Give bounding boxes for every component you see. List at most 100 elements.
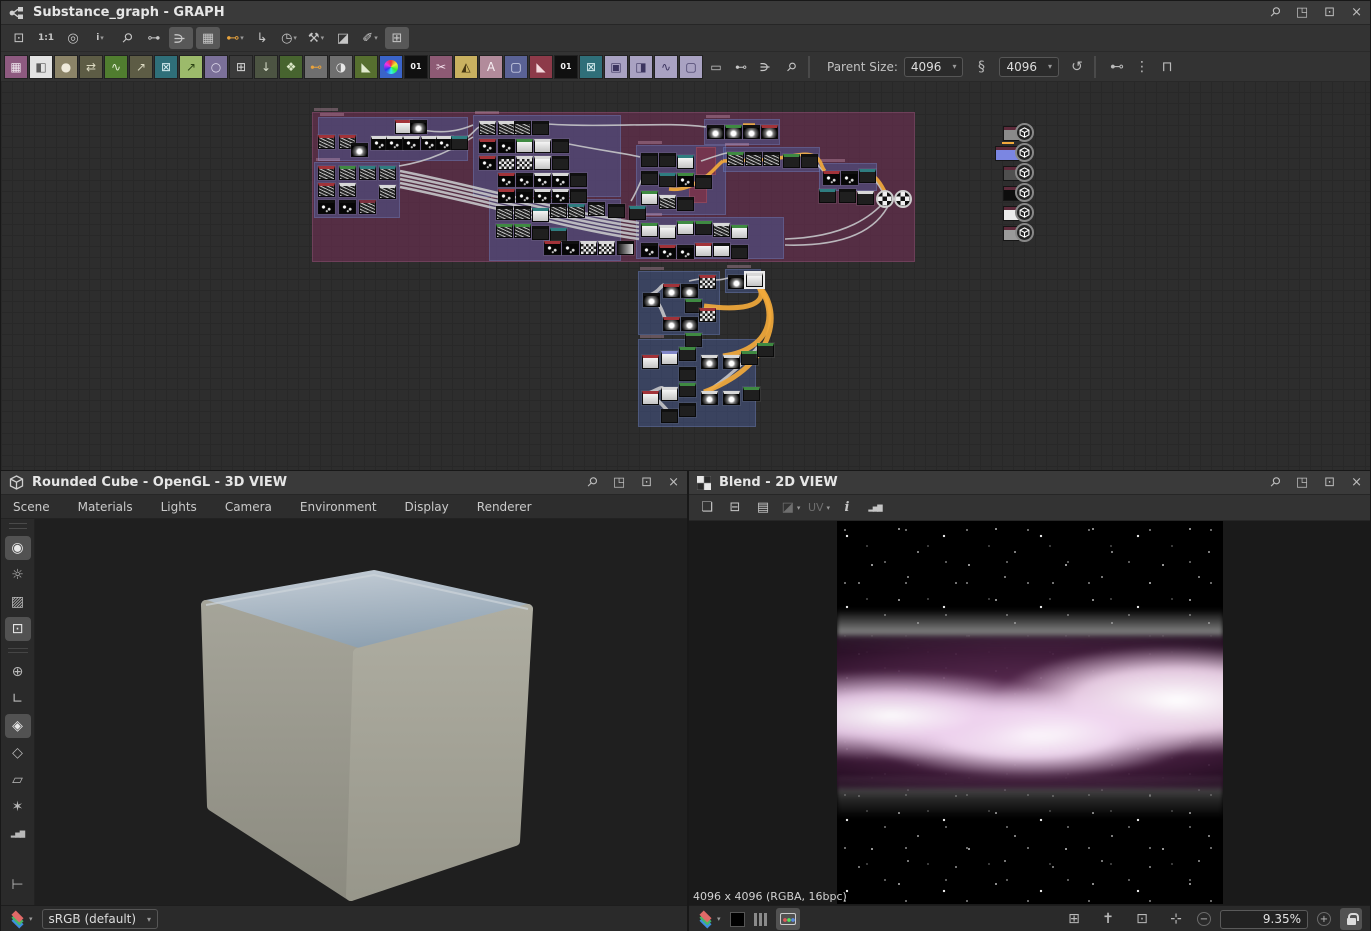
search-button[interactable]: ⚲ (115, 27, 139, 49)
graph-node[interactable] (496, 206, 513, 220)
graph-node[interactable] (801, 154, 818, 168)
pin-icon[interactable]: ⚲ (1266, 474, 1283, 491)
graph-node[interactable] (743, 125, 760, 139)
graph-node[interactable] (498, 156, 515, 170)
pin-tool-node-button[interactable]: ⚲ (779, 55, 803, 79)
graph-node[interactable] (318, 166, 335, 180)
graph-node[interactable] (514, 224, 531, 238)
channels-icon[interactable] (754, 913, 767, 926)
graph-node[interactable] (839, 189, 856, 203)
graph-node[interactable] (783, 154, 800, 168)
environment-map-button[interactable]: ▨ (5, 590, 31, 614)
graph-node[interactable] (544, 241, 561, 255)
menu-renderer[interactable]: Renderer (477, 500, 532, 514)
curve-node-button[interactable]: ∿ (104, 55, 128, 79)
graph-node[interactable] (532, 208, 549, 222)
dot-node-node-button[interactable]: ⊷ (304, 55, 328, 79)
link-mode-button[interactable]: ⊶ (142, 27, 166, 49)
graph-node[interactable] (318, 183, 335, 197)
graph-output-thumbnail[interactable] (894, 190, 912, 208)
mannequin-button[interactable]: ✝ (1096, 908, 1120, 930)
shape-node-button[interactable]: ○ (204, 55, 228, 79)
graph-node[interactable] (681, 317, 698, 331)
spline-node-button[interactable]: ✂ (429, 55, 453, 79)
value-processor-node-button[interactable]: 01 (554, 55, 578, 79)
graph-node[interactable] (679, 367, 696, 381)
output-cube-badge[interactable] (1015, 143, 1034, 162)
parent-size-width-select[interactable]: 4096▾ (904, 57, 964, 77)
mirror-node-button[interactable]: ◭ (454, 55, 478, 79)
align-vertical-button[interactable]: ⋮ (1130, 56, 1154, 78)
graph-node[interactable] (498, 139, 515, 153)
snap-magnet-button[interactable]: ⊓ (1155, 56, 1179, 78)
graph-node[interactable] (568, 204, 585, 218)
copy-image-button[interactable]: ▤ (751, 497, 775, 519)
view2d-canvas[interactable]: 4096 x 4096 (RGBA, 16bpc) (689, 521, 1370, 905)
graph-node[interactable] (552, 156, 569, 170)
snap-grid-button[interactable]: ⊞ (385, 27, 409, 49)
graph-node[interactable] (659, 153, 676, 167)
graph-node[interactable] (629, 206, 646, 220)
fx-empty-node-button[interactable]: ▢ (679, 55, 703, 79)
straight-links-button[interactable]: ⊷▾ (223, 27, 247, 49)
graph-output-thumbnail[interactable] (876, 190, 894, 208)
uv-mode-button[interactable]: UV▾ (807, 497, 831, 519)
graph-node[interactable] (339, 166, 356, 180)
graph-node[interactable] (516, 156, 533, 170)
graph-node[interactable] (701, 391, 718, 405)
fx-map-node-button[interactable]: ▣ (604, 55, 628, 79)
display-rgb-button[interactable] (776, 908, 800, 930)
graph-node[interactable] (479, 139, 496, 153)
graph-node[interactable] (685, 333, 702, 347)
timing-button[interactable]: ◷▾ (277, 27, 301, 49)
display-settings-button[interactable]: ⊡ (5, 617, 31, 641)
save-image-button[interactable]: ⊟ (723, 497, 747, 519)
cube-mesh-button[interactable]: ◇ (5, 741, 31, 765)
layers-view-button[interactable]: ▦ (196, 27, 220, 49)
gradient-node-button[interactable]: ◑ (329, 55, 353, 79)
graph-node[interactable] (841, 171, 858, 185)
graph-node[interactable] (746, 273, 763, 287)
thumbnails-button[interactable]: ◪ (331, 27, 355, 49)
graph-node[interactable] (723, 355, 740, 369)
graph-node[interactable] (701, 355, 718, 369)
graph-node[interactable] (642, 391, 659, 405)
graph-node[interactable] (641, 153, 658, 167)
graph-node[interactable] (532, 226, 549, 240)
camera-display-button[interactable]: ◉ (5, 536, 31, 560)
transformation-2d-node-button[interactable]: ⊠ (154, 55, 178, 79)
graph-node[interactable] (532, 121, 549, 135)
background-color-swatch[interactable] (730, 912, 745, 927)
graph-node[interactable] (679, 383, 696, 397)
graph-node[interactable] (763, 152, 780, 166)
text-node-button[interactable]: A (479, 55, 503, 79)
graph-node[interactable] (550, 228, 567, 242)
graph-node[interactable] (598, 241, 615, 255)
graph-node[interactable] (534, 156, 551, 170)
graph-node[interactable] (663, 317, 680, 331)
connect-nodes-button[interactable]: ⊷ (1105, 56, 1129, 78)
turbine-mesh-button[interactable]: ✶ (5, 795, 31, 819)
graph-node[interactable] (498, 121, 515, 135)
graph-node[interactable] (743, 387, 760, 401)
graph-node[interactable] (550, 204, 567, 218)
comment-node-button[interactable]: ▭ (704, 55, 728, 79)
clean-button[interactable]: ✐▾ (358, 27, 382, 49)
graph-node[interactable] (728, 275, 745, 289)
graph-node[interactable] (641, 191, 658, 205)
graph-tool-node-button[interactable]: Ψ (754, 55, 778, 79)
graph-view-button[interactable]: Ψ (169, 27, 193, 49)
graph-node[interactable] (659, 245, 676, 259)
graph-node[interactable] (514, 206, 531, 220)
blur-node-button[interactable]: ● (54, 55, 78, 79)
graph-node[interactable] (403, 136, 420, 150)
maximize-icon[interactable]: ⊡ (1324, 475, 1335, 490)
graph-node[interactable] (859, 169, 876, 183)
graph-node[interactable] (661, 387, 678, 401)
output-cube-badge[interactable] (1015, 203, 1034, 222)
uniform-color-node-button[interactable]: ▦ (4, 55, 28, 79)
crop-node-button[interactable]: ▢ (504, 55, 528, 79)
graph-node[interactable] (659, 173, 676, 187)
lock-zoom-button[interactable] (1340, 908, 1362, 930)
graph-frame[interactable] (696, 147, 716, 175)
